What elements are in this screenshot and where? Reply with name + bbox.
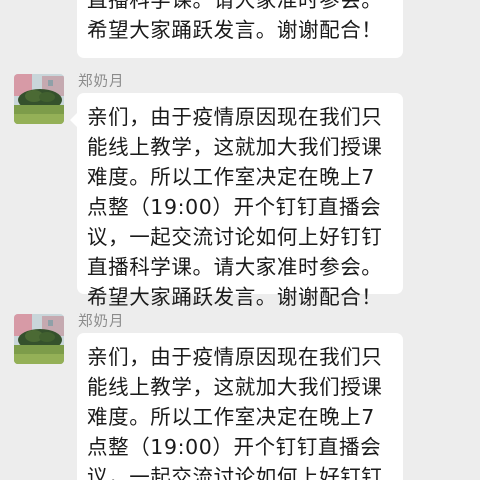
message-text-line: 亲们，由于疫情原因现在我们只 (87, 105, 383, 129)
sender-name: 郑奶月 (78, 314, 125, 330)
message-text-line: 难度。所以工作室决定在晚上7 (87, 405, 375, 429)
message-text-line: 议，一起交流讨论如何上好钉钉 (87, 465, 383, 480)
message-text-line: 能线上教学，这就加大我们授课 (87, 375, 383, 399)
message-bubble[interactable]: 直播科学课。请大家准时参会。 希望大家踊跃发言。谢谢配合！ (77, 0, 403, 58)
avatar[interactable] (14, 74, 64, 124)
message-text-line: 希望大家踊跃发言。谢谢配合！ (87, 18, 383, 42)
message-text-line: 点整（19:00）开个钉钉直播会 (87, 435, 382, 459)
avatar-photo-icon (14, 314, 64, 364)
message-text-line: 直播科学课。请大家准时参会。 (87, 255, 383, 279)
message-bubble[interactable]: 亲们，由于疫情原因现在我们只 能线上教学，这就加大我们授课 难度。所以工作室决定… (77, 333, 403, 480)
message-text-line: 议，一起交流讨论如何上好钉钉 (87, 225, 383, 249)
message-bubble[interactable]: 亲们，由于疫情原因现在我们只 能线上教学，这就加大我们授课 难度。所以工作室决定… (70, 93, 403, 309)
message-text-line: 希望大家踊跃发言。谢谢配合！ (87, 285, 383, 309)
message-text-line: 点整（19:00）开个钉钉直播会 (87, 195, 382, 219)
avatar[interactable] (14, 314, 64, 364)
sender-name: 郑奶月 (78, 74, 125, 90)
message-text-line: 难度。所以工作室决定在晚上7 (87, 165, 375, 189)
avatar-photo-icon (14, 74, 64, 124)
chat-area[interactable]: 直播科学课。请大家准时参会。 希望大家踊跃发言。谢谢配合！ 郑奶月 亲们，由于疫… (0, 0, 480, 480)
message-text-line: 直播科学课。请大家准时参会。 (87, 0, 383, 12)
message-text-line: 亲们，由于疫情原因现在我们只 (87, 345, 383, 369)
message-text-line: 能线上教学，这就加大我们授课 (87, 135, 383, 159)
